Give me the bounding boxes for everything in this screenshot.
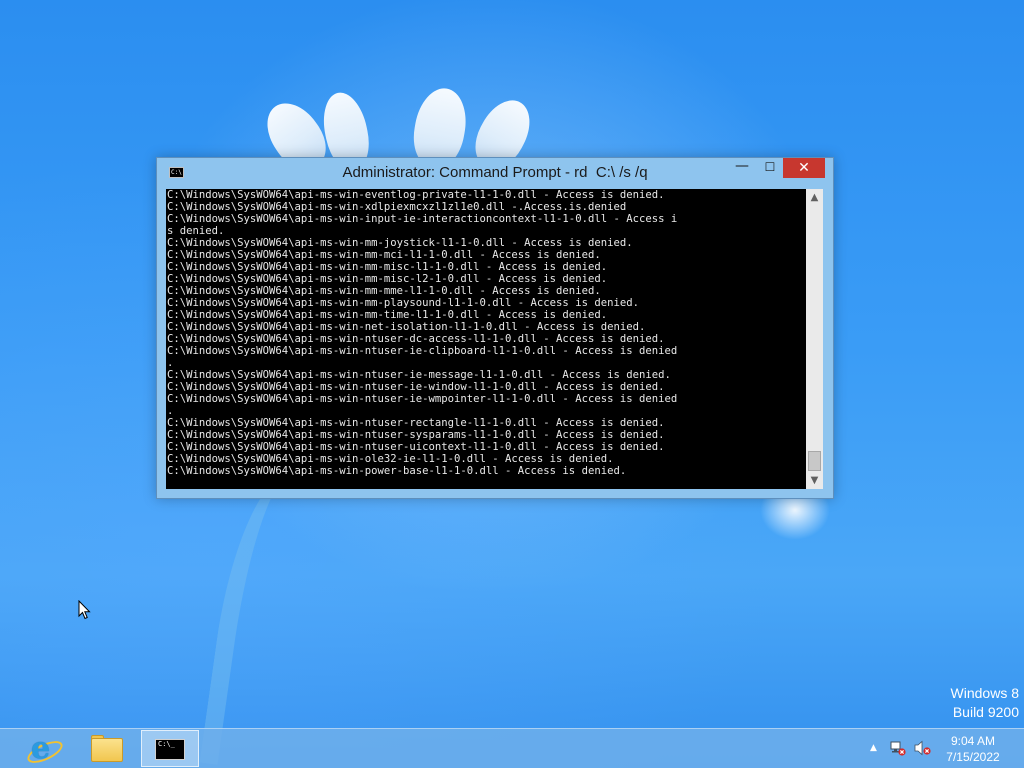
clock-time: 9:04 AM (950, 734, 996, 748)
maximize-button[interactable]: ☐ (757, 158, 783, 178)
console-output[interactable]: C:\Windows\SysWOW64\api-ms-win-eventlog-… (166, 189, 806, 489)
scroll-down-arrow-icon[interactable]: ▼ (806, 472, 823, 489)
title-bar[interactable]: C:\ Administrator: Command Prompt - rd C… (157, 158, 833, 188)
watermark-os: Windows 8 (950, 685, 1019, 701)
taskbar: e C:\_ ▲ 9:04 AM 7/15/2022 (0, 728, 1024, 768)
console-line: C:\Windows\SysWOW64\api-ms-win-mm-misc-l… (167, 261, 608, 273)
console-line: C:\Windows\SysWOW64\api-ms-win-mm-mme-l1… (167, 285, 601, 297)
scroll-up-arrow-icon[interactable]: ▲ (806, 189, 823, 206)
build-watermark: Windows 8 Build 9200 (951, 684, 1019, 722)
watermark-build: Build 9200 (952, 704, 1019, 720)
taskbar-file-explorer[interactable] (79, 730, 137, 767)
show-hidden-icons-chevron-icon[interactable]: ▲ (870, 743, 877, 753)
vertical-scrollbar[interactable]: ▲ ▼ (806, 189, 823, 489)
console-line: C:\Windows\SysWOW64\api-ms-win-net-isola… (167, 321, 646, 333)
network-error-icon[interactable] (890, 740, 906, 756)
mouse-pointer-icon (78, 600, 91, 620)
clock-date: 7/15/2022 (946, 750, 1000, 764)
folder-icon (91, 738, 123, 762)
taskbar-command-prompt[interactable]: C:\_ (141, 730, 199, 767)
system-tray: ▲ 9:04 AM 7/15/2022 (862, 729, 1024, 768)
console-line: C:\Windows\SysWOW64\api-ms-win-ntuser-sy… (167, 429, 665, 441)
desktop: C:\ Administrator: Command Prompt - rd C… (0, 0, 1024, 768)
console-line: C:\Windows\SysWOW64\api-ms-win-ntuser-ui… (167, 441, 665, 453)
console-line: C:\Windows\SysWOW64\api-ms-win-xdlpiexmc… (167, 201, 627, 213)
console-line: C:\Windows\SysWOW64\api-ms-win-ntuser-ie… (167, 381, 665, 393)
console-line: C:\Windows\SysWOW64\api-ms-win-ntuser-re… (167, 417, 665, 429)
console-line: C:\Windows\SysWOW64\api-ms-win-mm-mci-l1… (167, 249, 601, 261)
console-lines: C:\Windows\SysWOW64\api-ms-win-eventlog-… (167, 189, 677, 477)
console-line: s denied. (167, 225, 225, 237)
taskbar-internet-explorer[interactable]: e (17, 730, 75, 768)
console-line: C:\Windows\SysWOW64\api-ms-win-mm-joysti… (167, 237, 633, 249)
console-line: C:\Windows\SysWOW64\api-ms-win-ntuser-ie… (167, 393, 678, 405)
console-line: C:\Windows\SysWOW64\api-ms-win-ntuser-ie… (167, 345, 678, 357)
console-line: C:\Windows\SysWOW64\api-ms-win-ntuser-ie… (167, 369, 671, 381)
cmd-icon: C:\_ (155, 739, 185, 760)
console-line: C:\Windows\SysWOW64\api-ms-win-mm-time-l… (167, 309, 608, 321)
console-line: C:\Windows\SysWOW64\api-ms-win-eventlog-… (167, 189, 665, 201)
command-prompt-window[interactable]: C:\ Administrator: Command Prompt - rd C… (156, 157, 834, 499)
close-button[interactable]: ✕ (783, 158, 825, 178)
console-line: C:\Windows\SysWOW64\api-ms-win-mm-misc-l… (167, 273, 608, 285)
console-line: C:\Windows\SysWOW64\api-ms-win-ntuser-dc… (167, 333, 665, 345)
volume-muted-icon[interactable] (914, 740, 932, 756)
scroll-thumb[interactable] (808, 451, 821, 471)
console-line: C:\Windows\SysWOW64\api-ms-win-input-ie-… (167, 213, 678, 225)
console-line: . (167, 405, 174, 417)
console-line: C:\Windows\SysWOW64\api-ms-win-mm-playso… (167, 297, 639, 309)
ie-icon: e (31, 731, 51, 766)
console-line: . (167, 357, 174, 369)
console-line: C:\Windows\SysWOW64\api-ms-win-ole32-ie-… (167, 453, 614, 465)
minimize-button[interactable]: — (729, 158, 755, 178)
taskbar-clock[interactable]: 9:04 AM 7/15/2022 (940, 733, 1006, 765)
console-line: C:\Windows\SysWOW64\api-ms-win-power-bas… (167, 465, 627, 477)
